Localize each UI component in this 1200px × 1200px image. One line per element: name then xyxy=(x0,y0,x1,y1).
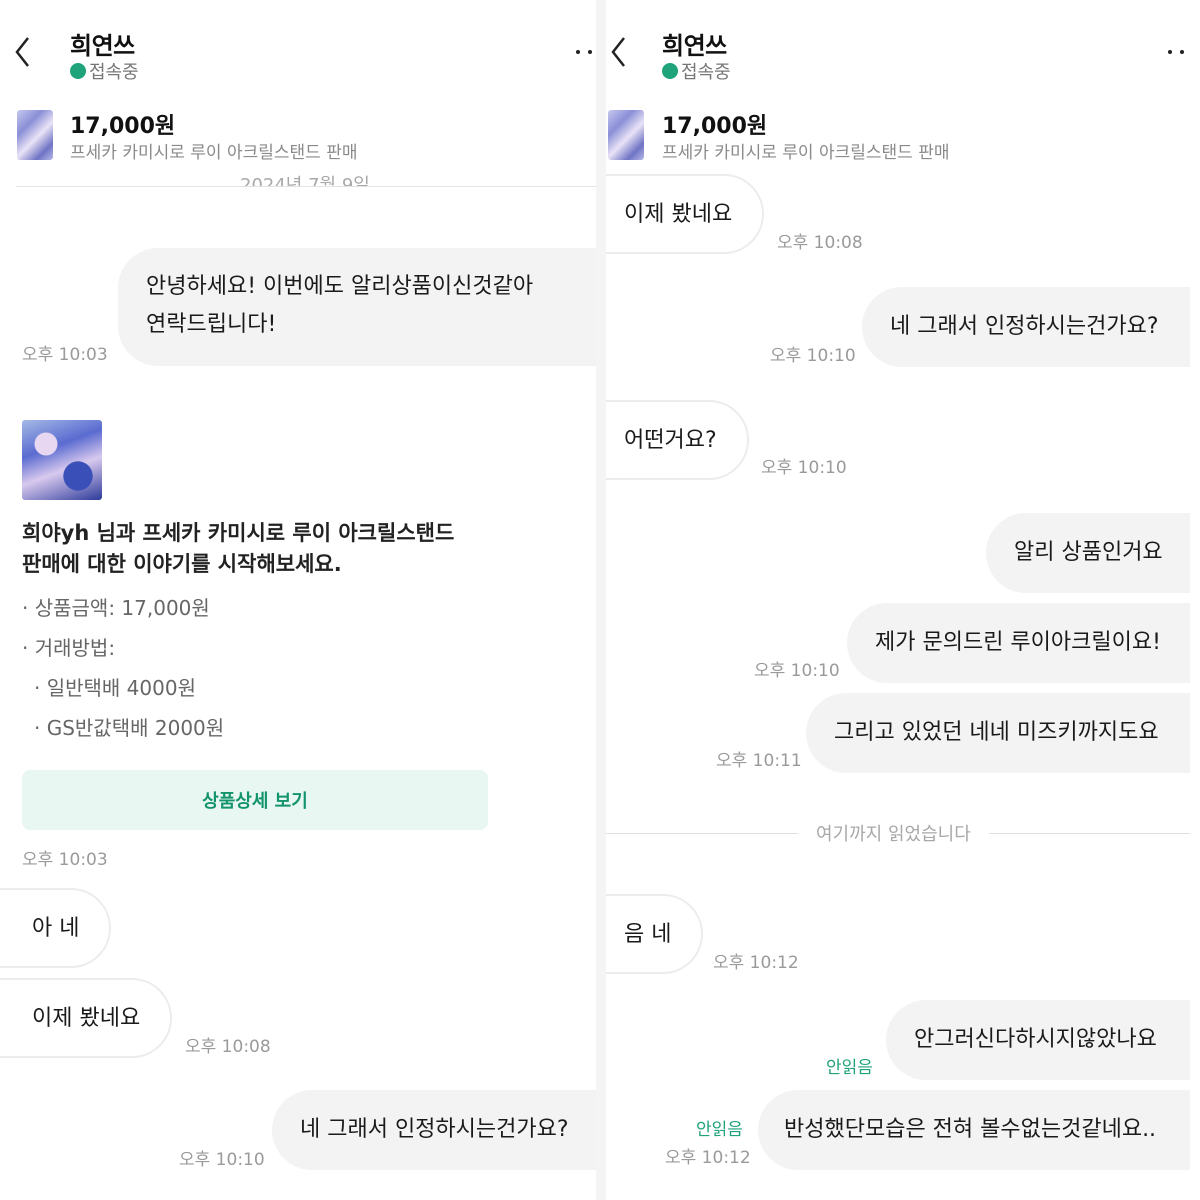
card-title-line: 희야yh 님과 프세카 카미시로 루이 아크릴스탠드 xyxy=(22,521,455,545)
chat-partner-name: 희연쓰 xyxy=(70,32,135,60)
chat-partner-name: 희연쓰 xyxy=(662,32,727,60)
message-bubble-outgoing: 알리 상품인거요 xyxy=(986,513,1190,593)
message-time: 오후 10:10 xyxy=(770,346,856,366)
message-time: 오후 10:08 xyxy=(777,233,863,253)
message-bubble-outgoing: 그리고 있었던 네네 미즈키까지도요 xyxy=(806,693,1190,773)
message-bubble-outgoing: 반성했단모습은 전혀 볼수없는것같네요.. xyxy=(758,1090,1190,1170)
back-arrow-icon[interactable] xyxy=(12,34,34,70)
card-title: 희야yh 님과 프세카 카미시로 루이 아크릴스탠드 판매에 대한 이야기를 시… xyxy=(22,518,492,580)
unread-label: 안읽음 xyxy=(696,1120,743,1140)
product-thumbnail[interactable] xyxy=(17,110,53,160)
message-time: 오후 10:11 xyxy=(716,751,802,771)
message-time: 오후 10:10 xyxy=(179,1150,265,1170)
more-options-icon[interactable] xyxy=(574,42,596,62)
chat-screen-left: 희연쓰 접속중 17,000원 프세카 카미시로 루이 아크릴스탠드 판매 20… xyxy=(0,0,596,1200)
online-dot-icon xyxy=(70,63,86,79)
panel-divider xyxy=(596,0,606,1200)
product-price: 17,000원 xyxy=(70,114,176,139)
message-bubble-outgoing: 안그러신다하시지않았나요 xyxy=(886,1000,1190,1080)
read-divider-label: 여기까지 읽었습니다 xyxy=(798,820,989,846)
product-detail-button[interactable]: 상품상세 보기 xyxy=(22,770,488,830)
product-price: 17,000원 xyxy=(662,114,768,139)
card-method-item: · 일반택배 4000원 xyxy=(34,676,196,700)
card-price-line: · 상품금액: 17,000원 xyxy=(22,596,210,620)
message-time: 오후 10:03 xyxy=(22,345,108,365)
product-name: 프세카 카미시로 루이 아크릴스탠드 판매 xyxy=(70,143,358,163)
message-bubble-outgoing: 네 그래서 인정하시는건가요? xyxy=(272,1090,596,1170)
online-status-label: 접속중 xyxy=(681,62,731,83)
online-status-label: 접속중 xyxy=(89,62,139,83)
message-time: 오후 10:12 xyxy=(713,953,799,973)
product-name: 프세카 카미시로 루이 아크릴스탠드 판매 xyxy=(662,143,950,163)
card-method-label: · 거래방법: xyxy=(22,636,116,660)
unread-label: 안읽음 xyxy=(826,1058,873,1078)
message-bubble-outgoing: 안녕하세요! 이번에도 알리상품이신것같아 연락드립니다! xyxy=(118,248,596,366)
message-bubble-incoming: 이제 봤네요 xyxy=(606,174,765,254)
back-arrow-icon[interactable] xyxy=(608,34,630,70)
message-time: 오후 10:10 xyxy=(761,458,847,478)
message-bubble-incoming: 어떤거요? xyxy=(606,400,749,480)
message-bubble-outgoing: 제가 문의드린 루이아크릴이요! xyxy=(847,603,1190,683)
online-status: 접속중 xyxy=(70,58,139,84)
chat-screen-right: 희연쓰 접속중 17,000원 프세카 카미시로 루이 아크릴스탠드 판매 이제… xyxy=(606,0,1200,1200)
date-divider xyxy=(16,186,596,187)
message-time: 오후 10:10 xyxy=(754,661,840,681)
product-card-image[interactable] xyxy=(22,420,102,500)
message-bubble-incoming: 이제 봤네요 xyxy=(0,978,173,1058)
card-method-item: · GS반값택배 2000원 xyxy=(34,716,225,740)
message-time: 오후 10:03 xyxy=(22,850,108,870)
message-bubble-outgoing: 네 그래서 인정하시는건가요? xyxy=(862,287,1190,367)
date-label: 2024년 7월 9일 xyxy=(222,172,388,186)
message-time: 오후 10:08 xyxy=(185,1037,271,1057)
message-bubble-incoming: 음 네 xyxy=(606,894,704,974)
card-title-line: 판매에 대한 이야기를 시작해보세요. xyxy=(22,552,342,576)
product-thumbnail[interactable] xyxy=(608,110,644,160)
more-options-icon[interactable] xyxy=(1166,42,1188,62)
message-time: 오후 10:12 xyxy=(665,1148,751,1168)
message-bubble-incoming: 아 네 xyxy=(0,888,112,968)
message-text: 안녕하세요! 이번에도 알리상품이신것같아 xyxy=(146,274,534,299)
online-dot-icon xyxy=(662,63,678,79)
online-status: 접속중 xyxy=(662,58,731,84)
message-text: 연락드립니다! xyxy=(146,312,277,337)
